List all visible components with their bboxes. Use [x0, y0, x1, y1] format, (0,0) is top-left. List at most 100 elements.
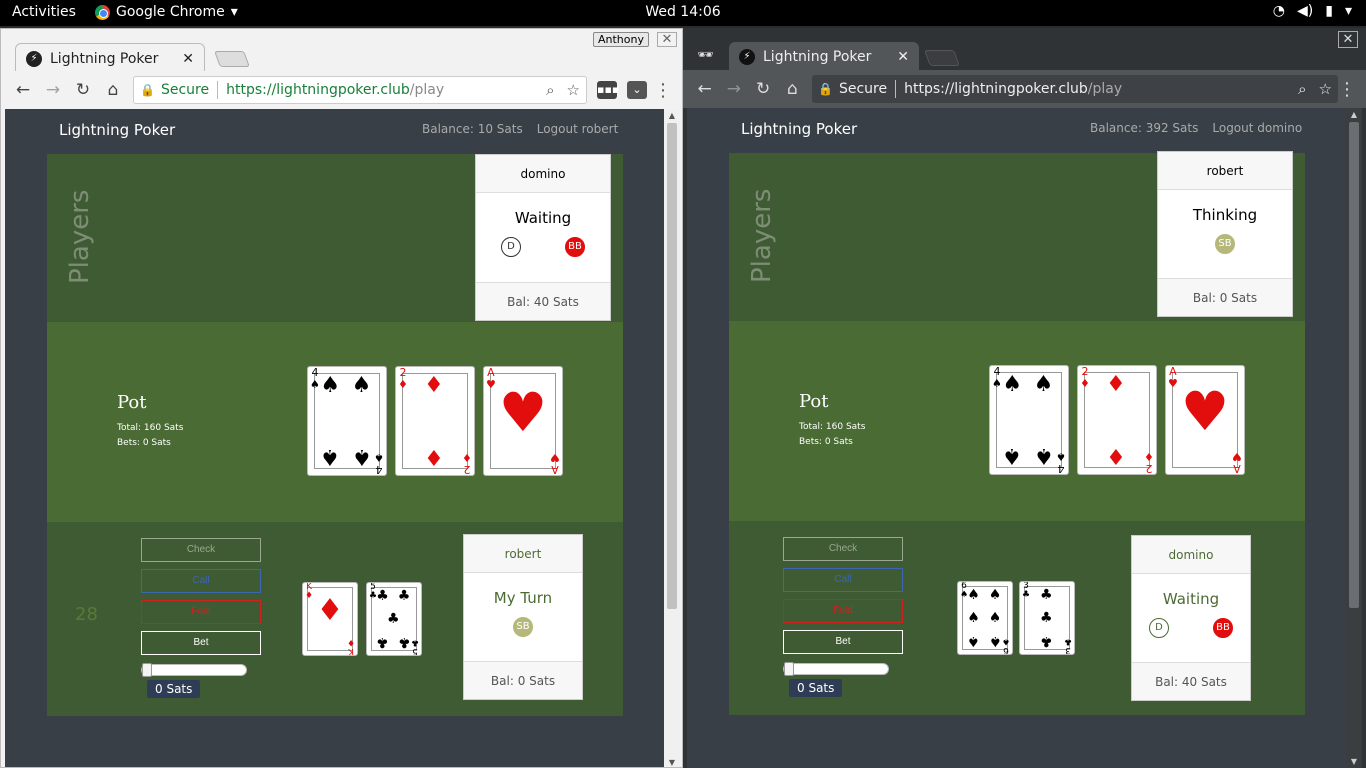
check-button[interactable]: Check	[783, 537, 903, 561]
pocket-icon[interactable]: ⌄	[627, 81, 647, 99]
card-center-suit: ♥	[1180, 380, 1230, 443]
scrollbar[interactable]: ▲ ▼	[664, 109, 680, 767]
close-tab-icon[interactable]: ✕	[897, 49, 909, 65]
lightning-favicon-icon: ⚡	[26, 50, 42, 67]
card-pip: ♣	[376, 587, 389, 604]
star-icon[interactable]: ☆	[567, 81, 580, 99]
divider	[217, 81, 219, 99]
board-zone: Pot Total: 160 Sats Bets: 0 Sats 4 ♠ 4 ♠ ♠ ♠ ♠…	[47, 322, 623, 522]
back-icon[interactable]: ←	[691, 79, 718, 99]
logout-link[interactable]: Logout robert	[537, 122, 619, 136]
tab-strip: 🕶 ⚡ Lightning Poker ✕ ✕	[683, 28, 1366, 72]
my-status: My Turn	[493, 589, 553, 607]
card-pip: ♣	[1040, 633, 1053, 650]
slider-handle[interactable]	[784, 662, 794, 676]
window-close-icon[interactable]: ✕	[1338, 31, 1358, 48]
reload-icon[interactable]: ↻	[750, 79, 777, 99]
new-tab-button[interactable]	[924, 50, 960, 66]
url-host: https://lightningpoker.club	[226, 82, 410, 98]
card-pip: ♠	[351, 443, 372, 469]
address-bar[interactable]: 🔒 Secure https://lightningpoker.club/pla…	[812, 75, 1338, 103]
playing-card: 4 ♠ 4 ♠ ♠ ♠ ♠ ♠	[307, 366, 387, 476]
bet-amount: 0 Sats	[147, 680, 201, 698]
card-rank-inverted: 2 ♦	[462, 451, 472, 476]
card-pip: ♠	[988, 586, 1002, 603]
call-button[interactable]: Call	[783, 568, 903, 592]
scroll-up-icon[interactable]: ▲	[664, 111, 680, 120]
opponent-balance: Bal: 0 Sats	[1158, 278, 1292, 316]
card-pip: ♠	[988, 633, 1002, 650]
opponent-card: robert Thinking SB Bal: 0 Sats	[1157, 151, 1293, 317]
menu-icon[interactable]: ⋮	[654, 80, 672, 101]
divider	[895, 80, 897, 98]
playing-card: 5 ♣ 5 ♣ ♣ ♣ ♣ ♣ ♣	[366, 582, 422, 656]
logout-link[interactable]: Logout domino	[1212, 121, 1302, 135]
card-pip: ♦	[424, 443, 444, 469]
fold-button[interactable]: Fold	[141, 600, 261, 624]
new-tab-button[interactable]	[214, 51, 250, 67]
scrollbar[interactable]: ▲ ▼	[1346, 108, 1362, 768]
scroll-down-icon[interactable]: ▼	[1346, 757, 1362, 766]
back-icon[interactable]: ←	[9, 80, 37, 100]
card-pip: ♠	[967, 633, 980, 650]
page-content: Lightning Poker Balance: 392 Sats Logout…	[687, 108, 1346, 768]
url-path: /play	[409, 82, 445, 98]
bet-slider[interactable]	[141, 663, 247, 677]
big-blind-chip: BB	[565, 237, 585, 257]
search-icon[interactable]: ⌕	[1298, 80, 1306, 98]
close-tab-icon[interactable]: ✕	[182, 51, 194, 67]
app-title[interactable]: Lightning Poker	[741, 120, 857, 138]
bet-button[interactable]: Bet	[783, 630, 903, 654]
reload-icon[interactable]: ↻	[69, 80, 97, 100]
card-pip: ♦	[1106, 372, 1126, 398]
chevron-down-icon: ▾	[1344, 3, 1352, 19]
app-title[interactable]: Lightning Poker	[59, 121, 175, 139]
bet-amount: 0 Sats	[789, 679, 843, 697]
opponent-status: Waiting	[514, 209, 572, 227]
system-tray[interactable]: ◔ ◀) ▮ ▾	[1273, 3, 1352, 19]
lock-icon: 🔒	[140, 83, 155, 97]
profile-button[interactable]: Anthony	[593, 32, 649, 47]
check-button[interactable]: Check	[141, 538, 261, 562]
secure-label: Secure	[160, 82, 210, 98]
tab-title: Lightning Poker	[763, 49, 872, 65]
search-icon[interactable]: ⌕	[546, 81, 554, 99]
menu-icon[interactable]: ⋮	[1338, 79, 1356, 100]
scroll-thumb[interactable]	[1349, 122, 1359, 608]
secure-label: Secure	[838, 81, 888, 97]
fold-button[interactable]: Fold	[783, 599, 903, 623]
scroll-up-icon[interactable]: ▲	[1346, 110, 1362, 119]
home-icon[interactable]: ⌂	[99, 80, 127, 100]
home-icon[interactable]: ⌂	[779, 79, 806, 99]
call-button[interactable]: Call	[141, 569, 261, 593]
bet-button[interactable]: Bet	[141, 631, 261, 655]
forward-icon[interactable]: →	[720, 79, 747, 99]
pot-title: Pot	[117, 392, 147, 413]
pot-bets: Bets: 0 Sats	[117, 438, 171, 448]
scroll-down-icon[interactable]: ▼	[664, 758, 680, 767]
bet-slider[interactable]	[783, 662, 889, 676]
small-blind-chip: SB	[513, 617, 533, 637]
extension-icon[interactable]: ▪▪▪	[597, 81, 619, 99]
tab-lightning-poker[interactable]: ⚡ Lightning Poker ✕	[15, 43, 205, 73]
card-pip: ♠	[1033, 372, 1054, 398]
playing-card: A ♥ A ♥ ♥	[483, 366, 563, 476]
tab-lightning-poker[interactable]: ⚡ Lightning Poker ✕	[729, 42, 919, 72]
card-rank-inverted: 5 ♣	[410, 637, 419, 656]
account-links: Balance: 10 Sats Logout robert	[422, 122, 618, 136]
window-close-icon[interactable]: ✕	[657, 32, 677, 47]
address-bar[interactable]: 🔒 Secure https://lightningpoker.club/pla…	[133, 76, 587, 104]
star-icon[interactable]: ☆	[1319, 80, 1332, 98]
slider-handle[interactable]	[142, 663, 152, 677]
card-pip: ♠	[320, 443, 341, 469]
page-content: Lightning Poker Balance: 10 Sats Logout …	[5, 109, 664, 767]
pot-panel: Pot Total: 160 Sats Bets: 0 Sats	[117, 392, 183, 451]
scroll-thumb[interactable]	[667, 123, 677, 609]
lightning-favicon-icon: ⚡	[739, 49, 755, 65]
url-host: https://lightningpoker.club	[904, 81, 1088, 97]
my-balance: Bal: 0 Sats	[464, 661, 582, 699]
clock[interactable]: Wed 14:06	[0, 4, 1366, 20]
forward-icon[interactable]: →	[39, 80, 67, 100]
card-pip: ♠	[967, 610, 980, 626]
card-center-suit: ♥	[498, 381, 548, 444]
